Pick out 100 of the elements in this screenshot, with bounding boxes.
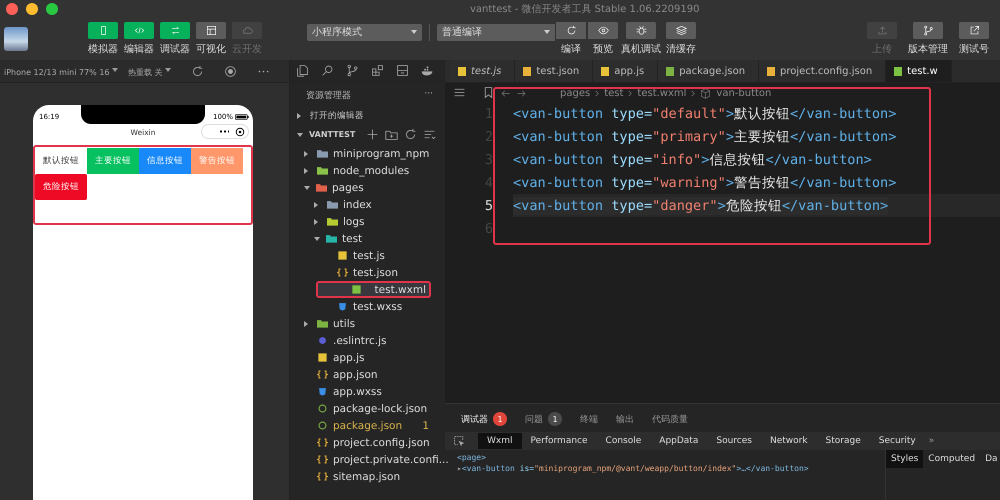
back-icon (500, 88, 511, 98)
search-icon (321, 64, 334, 77)
zoom-button[interactable] (46, 3, 58, 15)
explorer-title: 资源管理器 (306, 90, 351, 102)
chevron-icon (595, 90, 600, 96)
layers-icon (676, 25, 686, 36)
avatar-picture[interactable] (4, 27, 28, 51)
file-tree-item[interactable]: sitemap.json (290, 468, 445, 485)
target-icon (235, 126, 245, 136)
file-tree-item[interactable]: test.wxml (316, 281, 431, 298)
file-tree-item[interactable]: test.json (290, 264, 445, 281)
file-tree-item[interactable]: miniprogram_npm (290, 145, 445, 162)
file-tree-item[interactable]: test (290, 230, 445, 247)
devtools-tab[interactable]: Sources (707, 433, 761, 449)
toolbar-button[interactable]: 清缓存 (661, 22, 701, 56)
external-icon (968, 25, 980, 36)
switch-icon (170, 25, 180, 36)
file-tree-item[interactable]: app.js (290, 349, 445, 366)
section-header[interactable]: 打开的编辑器 (290, 106, 445, 124)
breadcrumb-item[interactable]: test.wxml (637, 88, 686, 98)
cloud-icon (242, 25, 252, 36)
files-icon (296, 64, 309, 77)
panel-tab[interactable]: 问题 1 (525, 412, 562, 426)
breadcrumb-item[interactable]: pages (560, 88, 590, 98)
toolbar-button[interactable]: 预览 (587, 22, 619, 56)
toolbar-button[interactable]: 编译 (555, 22, 587, 56)
folder-plus-icon (385, 128, 398, 141)
code-line: <van-button type="info">信息按钮</van-button> (513, 150, 872, 168)
file-tree-item[interactable]: app.json (290, 366, 445, 383)
panel-tab[interactable]: 输出 (616, 412, 634, 426)
file-tree-item[interactable]: package-lock.json (290, 400, 445, 417)
code-line: <van-button type="default">默认按钮</van-button> (513, 104, 896, 122)
file-tree-item[interactable]: app.wxss (290, 383, 445, 400)
capsule-button[interactable] (201, 124, 249, 139)
file-tree-item[interactable]: pages (290, 179, 445, 196)
styles-tab[interactable]: Computed (923, 450, 980, 468)
section-header[interactable]: VANTTEST (290, 124, 445, 143)
styles-tab[interactable]: Da (980, 450, 1000, 468)
devtools-tab[interactable]: AppData (650, 433, 708, 449)
panel-tab[interactable]: 终端 (580, 412, 598, 426)
file-tree-item[interactable]: test.js (290, 247, 445, 264)
collapse-icon (423, 128, 436, 141)
panel-tab[interactable]: 代码质量 (652, 412, 688, 426)
wxml-node[interactable]: <page> (457, 453, 885, 464)
devtools-tab[interactable]: Storage (816, 433, 870, 449)
refresh-icon (404, 128, 418, 141)
device-dropdown[interactable]: iPhone 12/13 mini 77% 16 (4, 65, 118, 77)
breadcrumb-item[interactable]: van-button (716, 88, 772, 98)
editor-tab[interactable]: test.w (886, 60, 952, 82)
devtools-tab[interactable]: Wxml (478, 433, 522, 449)
toolbar-button[interactable]: 版本管理 (906, 22, 950, 56)
cube-icon (700, 88, 712, 98)
bug-icon (636, 25, 646, 36)
battery-icon (235, 114, 249, 120)
breadcrumb-item[interactable]: test (604, 88, 624, 98)
upload-icon (876, 25, 888, 36)
toolbar-button[interactable]: 真机调试 (621, 22, 661, 56)
devtools-tab[interactable]: Console (596, 433, 650, 449)
file-tree-item[interactable]: logs (290, 213, 445, 230)
panel-icon (396, 64, 409, 77)
window-title: vanttest - 微信开发者工具 Stable 1.06.2209190 (470, 2, 700, 16)
file-tree-item[interactable]: utils (290, 315, 445, 332)
toolbar-button[interactable]: 测试号 (952, 22, 996, 56)
code-icon (134, 25, 144, 36)
file-tree-item[interactable]: project.private.confi... (290, 451, 445, 468)
branch-icon (922, 25, 934, 36)
refresh-icon (191, 64, 204, 78)
file-tree-item[interactable]: .eslintrc.js (290, 332, 445, 349)
chevron-icon (691, 90, 696, 96)
devtools-tab[interactable]: Security (870, 433, 925, 449)
demo-button[interactable]: 信息按钮 (139, 148, 191, 174)
demo-button[interactable]: 危险按钮 (35, 174, 87, 200)
code-line: <van-button type="primary">主要按钮</van-button> (513, 128, 896, 146)
file-tree-item[interactable]: test.wxss (290, 298, 445, 315)
more-button[interactable]: ··· (424, 89, 433, 102)
styles-tab[interactable]: Styles (886, 450, 924, 468)
blocks-icon (371, 64, 384, 77)
code-line: <van-button type="warning">警告按钮</van-button> (513, 174, 896, 192)
refresh-icon (566, 25, 576, 36)
chevron-icon (628, 90, 632, 96)
panel-tab[interactable]: 调试器 1 (461, 412, 507, 426)
mode-dropdown[interactable]: 小程序模式 (307, 24, 422, 40)
file-tree-item[interactable]: node_modules (290, 162, 445, 179)
devtools-tab[interactable]: Performance (522, 433, 597, 449)
file-tree-item[interactable]: index (290, 196, 445, 213)
file-tree-item[interactable]: package.json 1 (290, 417, 445, 434)
hot-reload-dropdown[interactable]: 热重载 关 (128, 64, 172, 78)
close-button[interactable] (6, 3, 18, 15)
devtools-tab[interactable]: Network (760, 433, 817, 449)
bookmark-icon (482, 86, 495, 99)
file-tree-item[interactable]: project.config.json (290, 434, 445, 451)
eye-icon (598, 25, 608, 36)
wxml-node[interactable]: ▸<van-button is="miniprogram_npm/@vant/weapp/button/index">…</van-button> (457, 464, 885, 475)
more-tabs-button[interactable]: » (928, 436, 934, 446)
layout-icon (206, 25, 216, 36)
minimize-button[interactable] (26, 3, 38, 15)
plus-icon (366, 128, 380, 141)
compile-dropdown[interactable]: 普通编译 (437, 24, 555, 40)
record-icon (224, 64, 238, 78)
forward-icon (516, 88, 527, 98)
